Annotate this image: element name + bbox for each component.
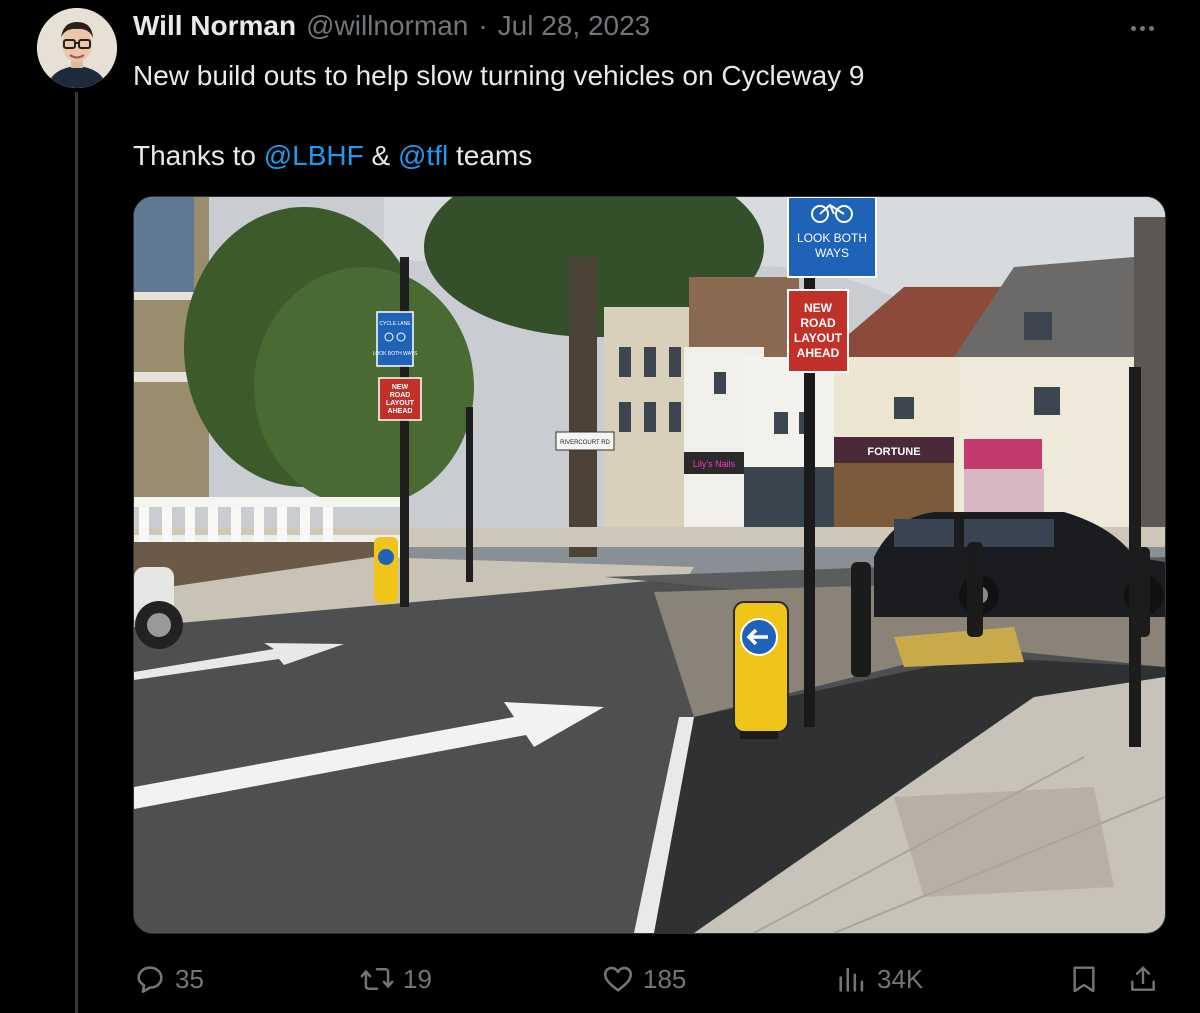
author-handle[interactable]: @willnorman <box>306 10 468 42</box>
shop-nails-sign: Lily's Nails <box>693 459 736 469</box>
avatar-image <box>37 8 117 88</box>
tweet-text-line2: Thanks to @LBHF & @tfl teams <box>133 136 1133 176</box>
like-count: 185 <box>643 963 687 994</box>
big-look-both-line1: LOOK BOTH <box>797 231 867 245</box>
big-layout-line3: LAYOUT <box>794 331 843 345</box>
tweet-header: Will Norman @willnorman · Jul 28, 2023 <box>133 10 650 50</box>
author-name[interactable]: Will Norman <box>133 10 296 42</box>
share-icon <box>1131 966 1155 991</box>
reply-icon <box>137 966 163 994</box>
avatar[interactable] <box>37 8 117 88</box>
separator-dot: · <box>478 10 488 41</box>
thread-line <box>75 92 78 1013</box>
cycle-lane-sign-text: CYCLE LANE <box>379 321 411 327</box>
mention-tfl[interactable]: @tfl <box>398 140 448 171</box>
big-layout-line4: AHEAD <box>797 346 840 360</box>
small-layout-line2: ROAD <box>390 392 411 399</box>
big-look-both-line2: WAYS <box>815 246 849 260</box>
views-action[interactable]: 34K <box>835 955 923 1003</box>
tweet-actions: 35 19 185 34K <box>133 955 1163 1003</box>
repost-action[interactable]: 19 <box>359 955 432 1003</box>
more-icon[interactable] <box>1124 16 1160 40</box>
reply-count: 35 <box>175 963 204 994</box>
street-photo: FORTUNE Lily's Nails CYCLE LANE LOOK BOT… <box>134 197 1165 933</box>
views-count: 34K <box>877 963 924 994</box>
small-layout-line4: AHEAD <box>388 408 413 415</box>
share-action[interactable] <box>1127 955 1159 1003</box>
thanks-prefix: Thanks to <box>133 140 256 171</box>
look-both-small-text: LOOK BOTH WAYS <box>373 351 418 357</box>
big-layout-line2: ROAD <box>800 316 836 330</box>
heart-icon <box>603 966 633 992</box>
views-icon <box>839 967 864 992</box>
mention-lbhf[interactable]: @LBHF <box>264 140 364 171</box>
tweet-text: New build outs to help slow turning vehi… <box>133 56 1133 176</box>
small-layout-line3: LAYOUT <box>386 400 415 407</box>
tweet-photo[interactable]: FORTUNE Lily's Nails CYCLE LANE LOOK BOT… <box>133 196 1166 934</box>
thanks-suffix: teams <box>455 140 533 171</box>
repost-count: 19 <box>403 963 432 994</box>
ampersand: & <box>371 140 391 171</box>
tweet-date[interactable]: Jul 28, 2023 <box>498 10 651 42</box>
like-action[interactable]: 185 <box>601 955 686 1003</box>
tweet-text-line1: New build outs to help slow turning vehi… <box>133 60 865 91</box>
bookmark-action[interactable] <box>1068 955 1100 1003</box>
street-name-sign: RIVERCOURT RD <box>560 440 610 446</box>
repost-icon <box>360 968 394 990</box>
big-layout-line1: NEW <box>804 301 833 315</box>
small-layout-line1: NEW <box>392 384 409 391</box>
reply-action[interactable]: 35 <box>133 955 204 1003</box>
bookmark-icon <box>1073 966 1095 993</box>
shop-fortune-sign: FORTUNE <box>867 446 920 458</box>
